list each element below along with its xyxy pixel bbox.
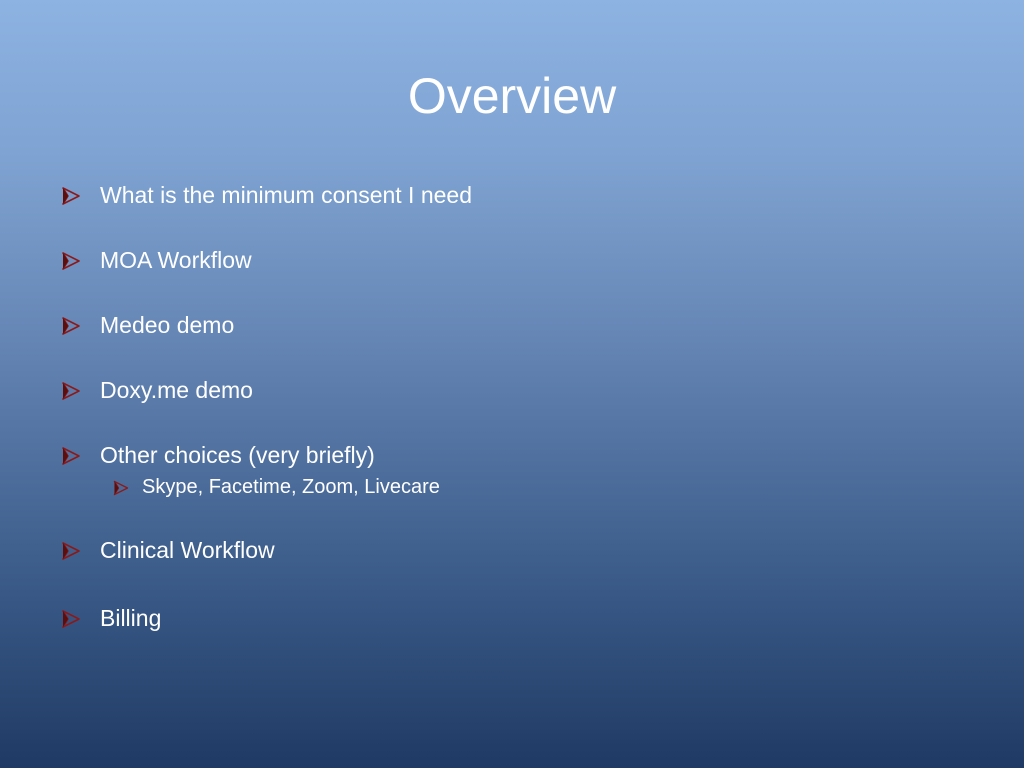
list-item-label: Clinical Workflow <box>100 537 275 563</box>
list-item-label: Doxy.me demo <box>100 377 253 403</box>
arrow-bullet-icon <box>60 445 82 467</box>
arrow-bullet-icon <box>60 250 82 272</box>
arrow-bullet-icon <box>60 315 82 337</box>
list-item-label: Billing <box>100 605 162 631</box>
arrow-bullet-icon <box>60 185 82 207</box>
list-item-label: Other choices (very briefly) <box>100 442 375 468</box>
list-item: MOA Workflow <box>60 247 252 274</box>
arrow-bullet-icon <box>112 479 130 497</box>
list-item-label: Skype, Facetime, Zoom, Livecare <box>142 476 440 498</box>
list-item-label: What is the minimum consent I need <box>100 182 472 208</box>
list-item: Other choices (very briefly) <box>60 442 375 469</box>
slide-title: Overview <box>407 68 617 124</box>
list-item-sub: Skype, Facetime, Zoom, Livecare <box>112 476 440 499</box>
arrow-bullet-icon <box>60 608 82 630</box>
list-item: What is the minimum consent I need <box>60 182 472 209</box>
list-item-label: MOA Workflow <box>100 247 252 273</box>
slide: Overview What is the minimum consent I n… <box>0 0 1024 768</box>
list-item: Clinical Workflow <box>60 537 275 564</box>
arrow-bullet-icon <box>60 540 82 562</box>
list-item-label: Medeo demo <box>100 312 235 338</box>
list-item: Medeo demo <box>60 312 234 339</box>
arrow-bullet-icon <box>60 380 82 402</box>
list-item: Billing <box>60 605 161 632</box>
list-item: Doxy.me demo <box>60 377 253 404</box>
